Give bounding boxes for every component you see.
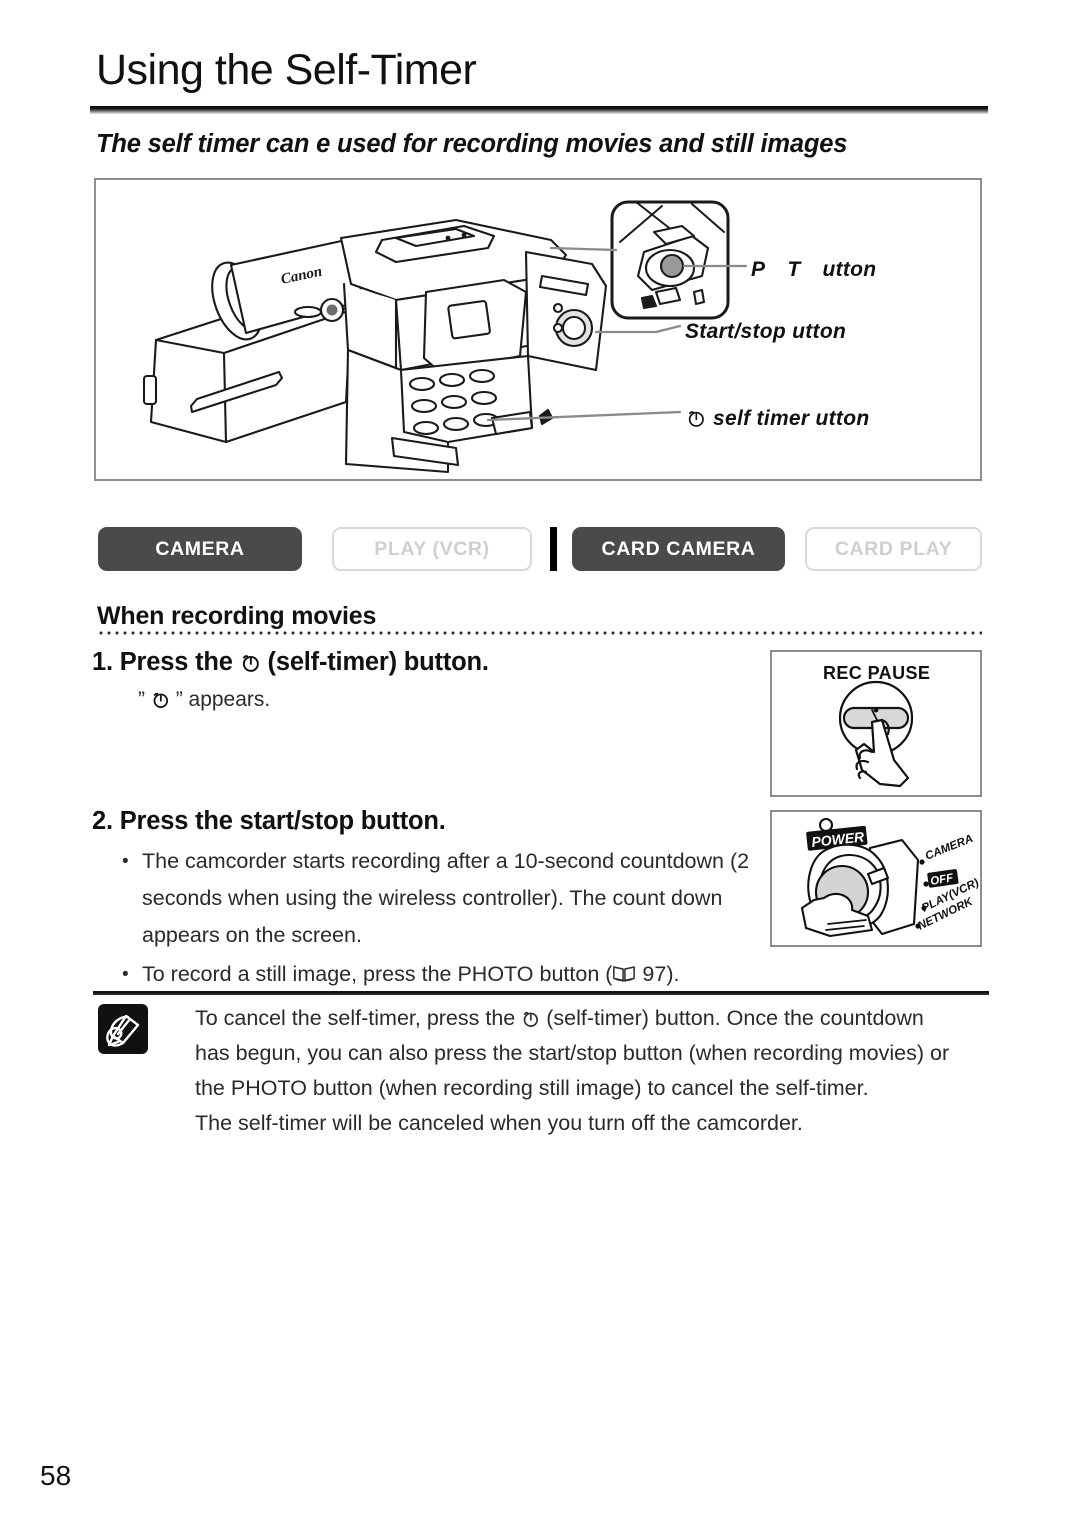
- bullet-photo-text: To record a still image, press the PHOTO…: [142, 962, 613, 986]
- tab-play-vcr[interactable]: PLAY (VCR): [332, 527, 532, 571]
- self-timer-icon: [688, 411, 704, 427]
- section-heading: When recording movies: [97, 602, 377, 630]
- tab-card-camera[interactable]: CARD CAMERA: [572, 527, 785, 571]
- bullet-page-number: 97).: [642, 962, 680, 986]
- callout-self-timer-label: self timer utton: [713, 407, 870, 430]
- list-item: To record a still image, press the PHOTO…: [122, 956, 762, 993]
- step-2-bullets: The camcorder starts recording after a 1…: [122, 843, 762, 995]
- section-dotted-divider: [97, 631, 982, 635]
- rec-pause-label: REC PAUSE: [823, 663, 931, 683]
- callout-photo-part1: P: [751, 258, 766, 281]
- step-1-subtext: ” ” appears.: [138, 688, 270, 712]
- self-timer-icon: [523, 1011, 539, 1027]
- page-subtitle: The self timer can e used for recording …: [96, 130, 848, 158]
- power-dial-diagram: CAMERA OFF PLAY(VCR) NETWORK POWER: [800, 817, 981, 938]
- callout-start-stop-button: Start/stop utton: [685, 320, 847, 343]
- note-pencil-icon: [98, 1004, 148, 1054]
- note-line-4: The self-timer will be canceled when you…: [195, 1111, 803, 1135]
- figure-rec-pause: REC PAUSE: [770, 650, 982, 797]
- tab-camera[interactable]: CAMERA: [98, 527, 302, 571]
- mode-tab-bar: CAMERA PLAY (VCR) CARD CAMERA CARD PLAY: [98, 527, 982, 571]
- callout-self-timer-button: self timer utton: [686, 407, 869, 431]
- page-number: 58: [40, 1460, 72, 1491]
- note-block-text: To cancel the self-timer, press the (sel…: [195, 1001, 990, 1141]
- step-2-heading: 2. Press the start/stop button.: [92, 807, 446, 835]
- list-item: The camcorder starts recording after a 1…: [122, 843, 762, 954]
- step-1-heading-suffix: (self-timer) button.: [267, 648, 489, 676]
- manual-page: Using the Self-Timer The self timer can …: [0, 0, 1080, 1529]
- note-divider: [93, 991, 989, 995]
- tab-group-divider: [550, 527, 557, 571]
- self-timer-icon: [242, 655, 259, 672]
- title-divider: [90, 106, 988, 114]
- callout-photo-button: P Tutton: [751, 258, 876, 282]
- step-1-heading: 1. Press the (self-timer) button.: [92, 648, 489, 677]
- page-title: Using the Self-Timer: [96, 46, 477, 94]
- step-1-heading-prefix: 1. Press the: [92, 648, 233, 676]
- note-text-a: To cancel the self-timer, press the: [195, 1006, 516, 1030]
- camcorder-diagram: Canon: [142, 200, 748, 474]
- note-line-2: has begun, you can also press the start/…: [195, 1041, 950, 1065]
- dial-position-camera: CAMERA: [924, 833, 975, 863]
- note-line-1: To cancel the self-timer, press the (sel…: [195, 1001, 990, 1036]
- step-1-quote-close: ” appears.: [175, 688, 271, 711]
- camcorder-illustration-panel: Canon P Tutton Start/stop utton self time…: [94, 178, 982, 481]
- step-1-quote-open: ”: [138, 688, 145, 711]
- page-reference-book-icon: [613, 966, 636, 982]
- tab-card-play[interactable]: CARD PLAY: [805, 527, 982, 571]
- note-text-b: (self-timer) button. Once the countdown: [546, 1006, 924, 1030]
- note-line-3: the PHOTO button (when recording still i…: [195, 1076, 869, 1100]
- self-timer-icon: [153, 692, 168, 708]
- callout-photo-part2: T: [787, 258, 801, 281]
- callout-photo-part3: utton: [822, 258, 877, 281]
- figure-power-dial: CAMERA OFF PLAY(VCR) NETWORK POWER: [770, 810, 982, 947]
